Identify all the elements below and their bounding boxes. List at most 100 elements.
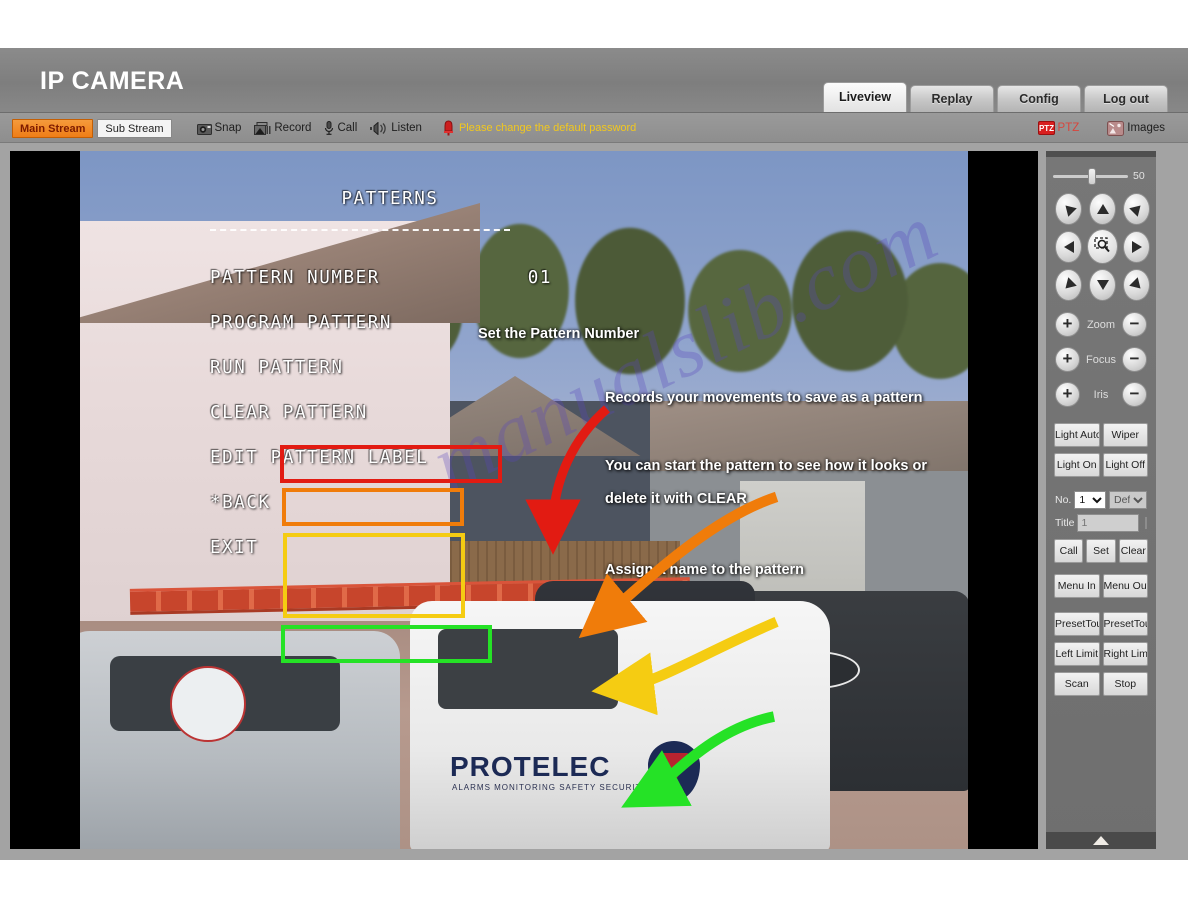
record-button[interactable]: Record [249, 116, 316, 140]
ptz-up-left-button[interactable] [1055, 193, 1082, 225]
ptz-right-button[interactable] [1123, 231, 1150, 263]
focus-out-button[interactable]: − [1122, 347, 1147, 372]
snap-button[interactable]: Snap [192, 116, 247, 140]
ptz-zoom-row: + Zoom − [1051, 307, 1151, 342]
preset-call-button[interactable]: Call [1054, 539, 1084, 563]
osd-item-back[interactable]: *BACK [210, 480, 570, 525]
iris-open-button[interactable]: + [1055, 382, 1080, 407]
ptz-label: PTZ [1057, 122, 1080, 134]
toolbar-actions: Snap Record Call Listen Please change th… [192, 116, 637, 140]
zoom-label: Zoom [1086, 318, 1116, 331]
ptz-toggle-button[interactable]: PTZ PTZ [1033, 116, 1085, 140]
light-off-button[interactable]: Light Off [1102, 453, 1148, 477]
sub-stream-button[interactable]: Sub Stream [97, 118, 172, 138]
stream-toolbar: Main Stream Sub Stream Snap Record Call … [0, 113, 1188, 143]
osd-label: PROGRAM PATTERN [210, 312, 393, 333]
toolbar-right-group: PTZ PTZ Images [1033, 113, 1170, 143]
ptz-panel-inner: 50 + Zoom − + Focus − + Iris − Light Aut… [1046, 157, 1156, 699]
osd-label: PATTERN NUMBER [210, 267, 380, 288]
ptz-up-button[interactable] [1089, 193, 1116, 225]
arrow-up-right-icon [1128, 201, 1145, 217]
osd-item-exit[interactable]: EXIT [210, 525, 570, 570]
scan-button[interactable]: Scan [1054, 672, 1100, 696]
call-button[interactable]: Call [319, 116, 362, 140]
slider-handle[interactable] [1087, 167, 1096, 185]
menu-in-button[interactable]: Menu In [1054, 574, 1100, 598]
listen-button[interactable]: Listen [365, 116, 427, 140]
left-limit-button[interactable]: Left Limit [1054, 642, 1100, 666]
alarm-bell-icon [442, 120, 455, 136]
light-onoff-group: Light On Light Off [1051, 450, 1151, 480]
ptz-down-right-button[interactable] [1123, 269, 1150, 301]
osd-item-program-pattern[interactable]: PROGRAM PATTERN [210, 300, 570, 345]
main-stream-button[interactable]: Main Stream [12, 118, 94, 138]
record-label: Record [274, 122, 312, 134]
tab-liveview[interactable]: Liveview [823, 82, 907, 112]
light-on-button[interactable]: Light On [1054, 453, 1100, 477]
ptz-zoom-area-button[interactable] [1087, 229, 1118, 264]
preset-action-group: Call Set Clear [1051, 537, 1151, 563]
microphone-icon [324, 121, 334, 135]
preset-tour2-button[interactable]: PresetTour2 [1102, 612, 1148, 636]
menu-button-group: Menu In Menu Out [1051, 571, 1151, 601]
ptz-collapse-button[interactable] [1046, 832, 1156, 849]
stop-button[interactable]: Stop [1102, 672, 1148, 696]
preset-enable-checkbox[interactable] [1145, 517, 1148, 529]
speaker-icon [370, 120, 388, 136]
focus-in-button[interactable]: + [1055, 347, 1080, 372]
tour-button-group: PresetTour1 PresetTour2 [1051, 609, 1151, 639]
limit-button-group: Left Limit Right Limit [1051, 639, 1151, 669]
arrow-up-icon [1096, 204, 1109, 214]
preset-type-select[interactable]: Defir [1109, 491, 1147, 509]
scene-car-silver [80, 631, 400, 849]
ptz-down-button[interactable] [1089, 269, 1116, 301]
ptz-down-left-button[interactable] [1055, 269, 1082, 301]
ptz-speed-slider[interactable] [1053, 167, 1128, 185]
image-settings-icon [1107, 120, 1125, 136]
ptz-iris-row: + Iris − [1051, 377, 1151, 412]
preset-number-select[interactable]: 1 [1074, 491, 1106, 509]
video-player[interactable]: PROTELEC ALARMS MONITORING SAFETY SECURI… [10, 151, 1038, 849]
wiper-button[interactable]: Wiper [1102, 423, 1148, 447]
zoom-out-button[interactable]: − [1122, 312, 1147, 337]
preset-tour1-button[interactable]: PresetTour1 [1054, 612, 1100, 636]
svg-text:PTZ: PTZ [1038, 124, 1053, 133]
chevron-up-icon [1093, 836, 1109, 845]
zoom-in-button[interactable]: + [1055, 312, 1080, 337]
snap-label: Snap [214, 122, 242, 134]
password-warning-text: Please change the default password [458, 122, 637, 134]
menu-out-button[interactable]: Menu Out [1102, 574, 1148, 598]
listen-label: Listen [391, 122, 422, 134]
preset-clear-button[interactable]: Clear [1118, 539, 1148, 563]
main-nav-tabs: Liveview Replay Config Log out [823, 82, 1168, 112]
scan-button-group: Scan Stop [1051, 669, 1151, 699]
osd-item-pattern-number[interactable]: PATTERN NUMBER 01 [210, 255, 570, 300]
video-frame: PROTELEC ALARMS MONITORING SAFETY SECURI… [80, 151, 968, 849]
images-button[interactable]: Images [1102, 116, 1170, 140]
tab-replay[interactable]: Replay [910, 85, 994, 112]
light-button-group: Light Auto Wiper [1051, 420, 1151, 450]
tab-logout[interactable]: Log out [1084, 85, 1168, 112]
ptz-speed-slider-row: 50 [1051, 163, 1151, 189]
iris-close-button[interactable]: − [1121, 382, 1147, 407]
light-auto-button[interactable]: Light Auto [1054, 423, 1100, 447]
ptz-up-right-button[interactable] [1123, 193, 1150, 225]
osd-label: RUN PATTERN [210, 357, 344, 378]
arrow-down-icon [1096, 280, 1109, 290]
osd-item-run-pattern[interactable]: RUN PATTERN [210, 345, 570, 390]
osd-label: EDIT PATTERN LABEL [210, 447, 429, 468]
preset-set-button[interactable]: Set [1086, 539, 1116, 563]
preset-title-input[interactable] [1077, 514, 1140, 532]
ptz-focus-row: + Focus − [1051, 342, 1151, 377]
osd-item-clear-pattern[interactable]: CLEAR PATTERN [210, 390, 570, 435]
ptz-left-button[interactable] [1055, 231, 1082, 263]
right-limit-button[interactable]: Right Limit [1102, 642, 1148, 666]
tab-config[interactable]: Config [997, 85, 1081, 112]
call-label: Call [337, 122, 358, 134]
osd-item-edit-pattern-label[interactable]: EDIT PATTERN LABEL [210, 435, 570, 480]
content-area: PROTELEC ALARMS MONITORING SAFETY SECURI… [0, 143, 1188, 860]
